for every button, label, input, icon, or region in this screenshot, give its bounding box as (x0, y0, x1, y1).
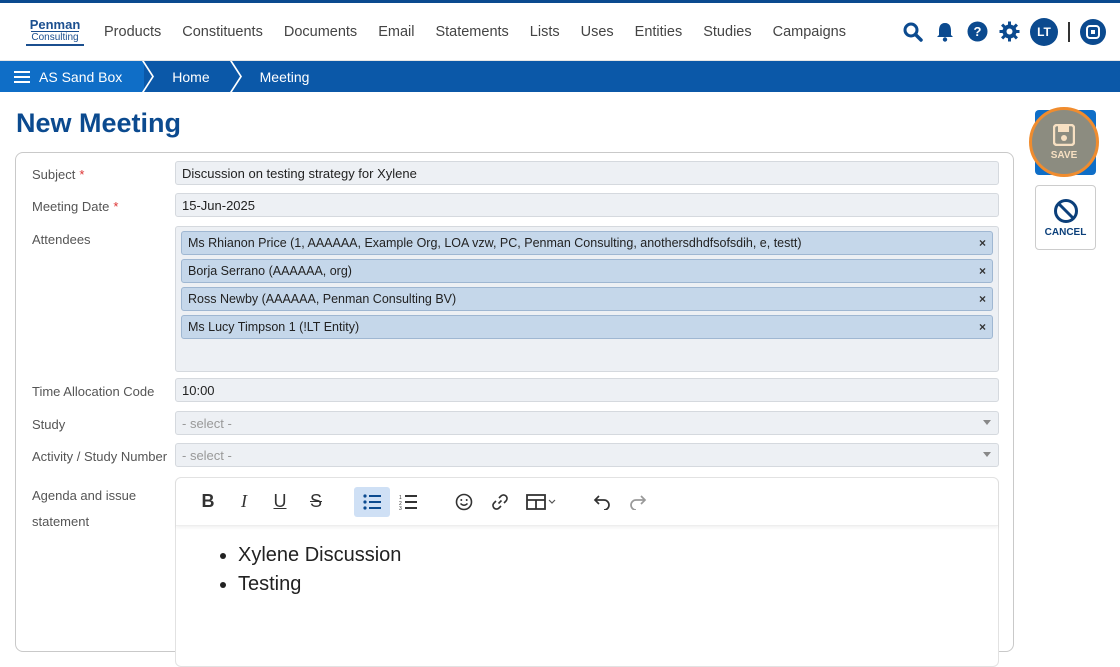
save-label: SAVE (1050, 149, 1078, 161)
cancel-label: CANCEL (1044, 226, 1087, 238)
attendee-name: Ross Newby (AAAAAA, Penman Consulting BV… (188, 292, 457, 306)
nav-uses[interactable]: Uses (581, 24, 614, 40)
breadcrumb-current-label: Meeting (259, 68, 310, 85)
attendee-chip: Ms Rhianon Price (1, AAAAAA, Example Org… (181, 231, 993, 255)
bullet-list-icon[interactable] (354, 486, 390, 517)
page-title: New Meeting (16, 108, 182, 138)
user-avatar[interactable]: LT (1030, 17, 1058, 46)
attendee-name: Borja Serrano (AAAAAA, org) (188, 264, 352, 278)
floppy-disk-icon (1053, 123, 1075, 146)
agenda-editor[interactable]: B I U S 123 • Xylene Discussion • Testin… (175, 477, 999, 667)
nav-documents[interactable]: Documents (284, 24, 357, 40)
breadcrumb: AS Sand Box Home Meeting (0, 61, 1120, 92)
breadcrumb-root[interactable]: AS Sand Box (0, 61, 155, 92)
breadcrumb-home[interactable]: Home (144, 61, 242, 92)
nav-campaigns[interactable]: Campaigns (773, 24, 846, 40)
svg-text:?: ? (973, 24, 981, 39)
save-button-highlight: SAVE (1029, 107, 1099, 177)
chevron-down-icon (983, 452, 991, 457)
underline-icon[interactable]: U (262, 487, 298, 517)
attendee-name: Ms Rhianon Price (1, AAAAAA, Example Org… (188, 236, 802, 250)
cancel-icon (1053, 198, 1078, 223)
undo-icon[interactable] (584, 487, 620, 517)
gear-icon[interactable] (998, 21, 1020, 43)
bold-icon[interactable]: B (190, 487, 226, 517)
nav-statements[interactable]: Statements (435, 24, 508, 40)
date-label-text: Meeting Date (32, 199, 110, 214)
meeting-form: Subject * Discussion on testing strategy … (15, 152, 1014, 667)
top-bar: Penman Consulting Products Constituents … (0, 3, 1120, 61)
save-button[interactable]: SAVE (1029, 107, 1099, 177)
redo-icon[interactable] (620, 487, 656, 517)
editor-toolbar: B I U S 123 (176, 478, 998, 526)
subject-input[interactable]: Discussion on testing strategy for Xylen… (175, 161, 999, 185)
agenda-label-line1: Agenda and issue (32, 488, 137, 503)
breadcrumb-current: Meeting (232, 61, 332, 92)
cancel-button[interactable]: CANCEL (1035, 185, 1096, 250)
numbered-list-icon[interactable]: 123 (390, 487, 426, 517)
nav-email[interactable]: Email (378, 24, 414, 40)
nav-entities[interactable]: Entities (635, 24, 683, 40)
bell-icon[interactable] (934, 21, 956, 43)
agenda-bullet-item: Testing (238, 573, 998, 596)
top-icons: ? LT (902, 17, 1106, 46)
activity-select[interactable]: - select - (175, 443, 999, 467)
nav-studies[interactable]: Studies (703, 24, 751, 40)
attendee-chip: Borja Serrano (AAAAAA, org) × (181, 259, 993, 283)
agenda-bullet-item: Xylene Discussion (238, 544, 998, 567)
help-icon[interactable]: ? (966, 21, 988, 43)
date-label: Meeting Date * (32, 199, 118, 214)
remove-attendee-icon[interactable]: × (979, 264, 986, 278)
meeting-date-input[interactable]: 15-Jun-2025 (175, 193, 999, 217)
remove-attendee-icon[interactable]: × (979, 292, 986, 306)
attendee-name: Ms Lucy Timpson 1 (!LT Entity) (188, 320, 360, 334)
logo-text-1: Penman (29, 17, 81, 32)
logo-text-2: Consulting (31, 31, 79, 43)
main-nav: Products Constituents Documents Email St… (104, 24, 867, 40)
study-label: Study (32, 417, 66, 432)
attendee-chip: Ross Newby (AAAAAA, Penman Consulting BV… (181, 287, 993, 311)
search-icon[interactable] (902, 21, 924, 43)
chevron-down-icon (983, 420, 991, 425)
svg-text:3: 3 (399, 506, 402, 510)
toolbar-divider (1068, 21, 1070, 42)
strikethrough-icon[interactable]: S (298, 487, 334, 517)
study-select[interactable]: - select - (175, 411, 999, 435)
nav-constituents[interactable]: Constituents (182, 24, 263, 40)
italic-icon[interactable]: I (226, 487, 262, 517)
table-icon[interactable] (518, 487, 564, 517)
attendee-chip: Ms Lucy Timpson 1 (!LT Entity) × (181, 315, 993, 339)
remove-attendee-icon[interactable]: × (979, 320, 986, 334)
link-icon[interactable] (482, 487, 518, 517)
subject-label-text: Subject (32, 167, 76, 182)
agenda-label: Agenda and issue statement (32, 483, 136, 535)
agenda-content[interactable]: Xylene Discussion Testing (176, 526, 998, 596)
logo[interactable]: Penman Consulting (26, 18, 84, 46)
remove-attendee-icon[interactable]: × (979, 236, 986, 250)
tac-label: Time Allocation Code (32, 384, 155, 399)
required-mark: * (79, 167, 85, 182)
nav-lists[interactable]: Lists (530, 24, 560, 40)
breadcrumb-root-label: AS Sand Box (39, 68, 123, 85)
activity-label: Activity / Study Number (32, 449, 168, 464)
required-mark: * (113, 199, 119, 214)
emoji-icon[interactable] (446, 487, 482, 517)
attendees-multiselect[interactable]: Ms Rhianon Price (1, AAAAAA, Example Org… (175, 226, 999, 372)
app-switcher-icon[interactable] (1080, 18, 1106, 45)
nav-products[interactable]: Products (104, 24, 161, 40)
study-select-value: - select - (182, 416, 232, 431)
agenda-label-line2: statement (32, 514, 90, 529)
menu-icon[interactable] (14, 68, 30, 86)
attendees-label: Attendees (32, 232, 91, 247)
time-allocation-input[interactable]: 10:00 (175, 378, 999, 402)
breadcrumb-home-label: Home (172, 68, 210, 85)
activity-select-value: - select - (182, 448, 232, 463)
subject-label: Subject * (32, 167, 84, 182)
